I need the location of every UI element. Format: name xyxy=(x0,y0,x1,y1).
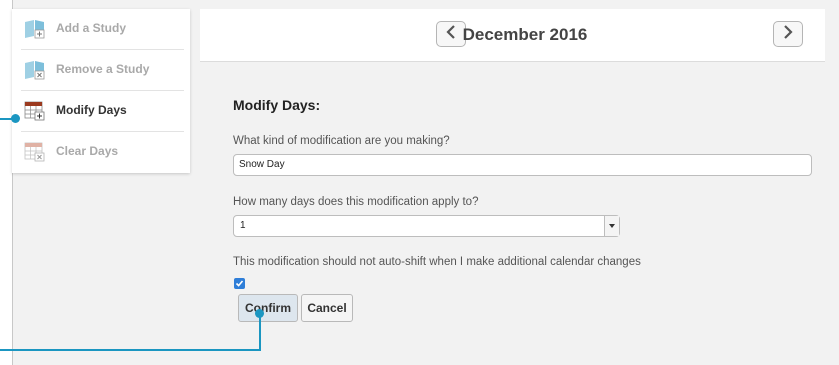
autoshift-label: This modification should not auto-shift … xyxy=(233,256,641,268)
sidebar-item-label: Modify Days xyxy=(56,103,127,117)
days-select[interactable]: 1 xyxy=(233,215,620,237)
checkmark-icon xyxy=(235,280,244,287)
calendar-clear-icon xyxy=(24,142,46,162)
sidebar-item-label: Clear Days xyxy=(56,144,119,158)
modification-type-field[interactable]: Snow Day xyxy=(233,154,812,176)
form-title: Modify Days: xyxy=(233,97,321,113)
sidebar-item-clear-days[interactable]: Clear Days xyxy=(12,132,190,173)
calendar-add-icon xyxy=(24,101,46,121)
next-month-button[interactable] xyxy=(773,21,803,47)
sidebar: Add a Study Remove a Study Modify Days C… xyxy=(12,9,190,173)
month-title: December 2016 xyxy=(462,25,588,44)
sidebar-item-remove-study[interactable]: Remove a Study xyxy=(12,50,190,91)
confirm-button[interactable]: Confirm xyxy=(238,294,298,322)
book-remove-icon xyxy=(24,60,46,80)
sidebar-item-add-study[interactable]: Add a Study xyxy=(12,9,190,50)
callout-line xyxy=(0,349,261,351)
callout-dot xyxy=(255,309,264,318)
sidebar-item-modify-days[interactable]: Modify Days xyxy=(12,91,190,132)
days-select-value: 1 xyxy=(240,220,246,231)
days-question: How many days does this modification app… xyxy=(233,196,479,208)
sidebar-item-label: Remove a Study xyxy=(56,62,150,76)
book-add-icon xyxy=(24,19,46,39)
callout-line xyxy=(259,313,261,351)
cancel-button[interactable]: Cancel xyxy=(301,294,353,322)
modify-days-panel: Modify Days: What kind of modification a… xyxy=(200,62,825,355)
sidebar-item-label: Add a Study xyxy=(56,21,127,35)
calendar-header: December 2016 xyxy=(200,9,825,62)
chevron-right-icon xyxy=(783,24,793,44)
autoshift-checkbox[interactable] xyxy=(234,278,245,289)
select-arrow-icon xyxy=(604,216,619,236)
modification-question: What kind of modification are you making… xyxy=(233,135,450,147)
callout-dot xyxy=(11,114,20,123)
modification-type-value: Snow Day xyxy=(239,159,285,170)
